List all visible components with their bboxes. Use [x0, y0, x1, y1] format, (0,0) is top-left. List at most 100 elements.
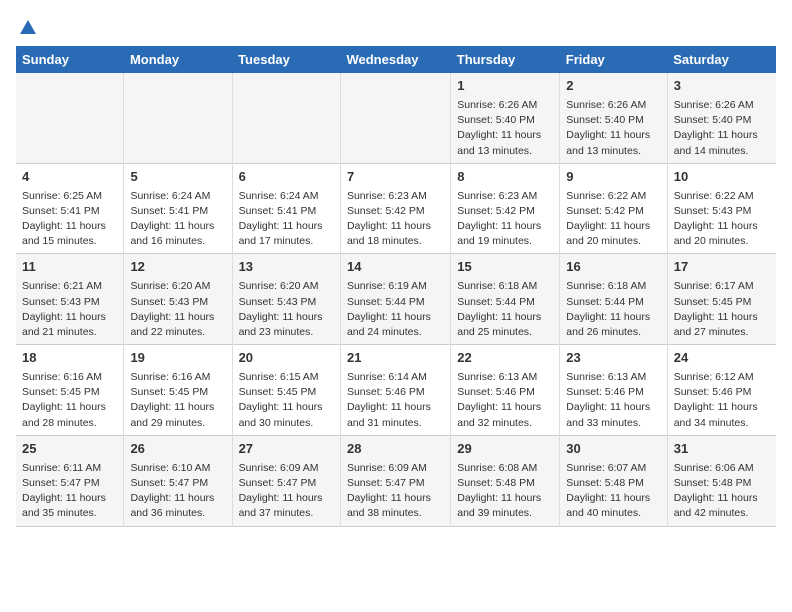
- col-header-thursday: Thursday: [451, 46, 560, 73]
- day-number: 10: [674, 168, 770, 187]
- day-cell: 27 Sunrise: 6:09 AM Sunset: 5:47 PM Dayli…: [232, 435, 340, 526]
- day-info: Sunrise: 6:22 AM Sunset: 5:42 PM Dayligh…: [566, 189, 660, 250]
- day-cell: 15Sunrise: 6:18 AM Sunset: 5:44 PM Dayli…: [451, 254, 560, 345]
- day-info: Sunrise: 6:23 AM Sunset: 5:42 PM Dayligh…: [347, 189, 444, 250]
- day-info: Sunrise: 6:23 AM Sunset: 5:42 PM Dayligh…: [457, 189, 553, 250]
- day-info: Sunrise: 6:13 AM Sunset: 5:46 PM Dayligh…: [457, 370, 553, 431]
- day-info: Sunrise: 6:24 AM Sunset: 5:41 PM Dayligh…: [239, 189, 334, 250]
- day-info: Sunrise: 6:26 AM Sunset: 5:40 PM Dayligh…: [674, 98, 770, 159]
- day-number: 31: [674, 440, 770, 459]
- day-number: 25: [22, 440, 117, 459]
- day-cell: 17Sunrise: 6:17 AM Sunset: 5:45 PM Dayli…: [667, 254, 776, 345]
- day-cell: 31 Sunrise: 6:06 AM Sunset: 5:48 PM Dayli…: [667, 435, 776, 526]
- day-info: Sunrise: 6:18 AM Sunset: 5:44 PM Dayligh…: [566, 279, 660, 340]
- day-number: 5: [130, 168, 225, 187]
- day-number: 30: [566, 440, 660, 459]
- day-number: 18: [22, 349, 117, 368]
- day-info: Sunrise: 6:20 AM Sunset: 5:43 PM Dayligh…: [130, 279, 225, 340]
- col-header-monday: Monday: [124, 46, 232, 73]
- day-info: Sunrise: 6:10 AM Sunset: 5:47 PM Dayligh…: [130, 461, 225, 522]
- page-header: [16, 16, 776, 36]
- day-info: Sunrise: 6:16 AM Sunset: 5:45 PM Dayligh…: [130, 370, 225, 431]
- logo: [16, 16, 38, 36]
- col-header-saturday: Saturday: [667, 46, 776, 73]
- day-cell: 30 Sunrise: 6:07 AM Sunset: 5:48 PM Dayli…: [560, 435, 667, 526]
- day-number: 19: [130, 349, 225, 368]
- week-row-4: 18 Sunrise: 6:16 AM Sunset: 5:45 PM Dayli…: [16, 345, 776, 436]
- day-cell: 14 Sunrise: 6:19 AM Sunset: 5:44 PM Dayli…: [340, 254, 450, 345]
- day-info: Sunrise: 6:07 AM Sunset: 5:48 PM Dayligh…: [566, 461, 660, 522]
- col-header-tuesday: Tuesday: [232, 46, 340, 73]
- day-number: 11: [22, 258, 117, 277]
- day-cell: 25 Sunrise: 6:11 AM Sunset: 5:47 PM Dayli…: [16, 435, 124, 526]
- col-header-wednesday: Wednesday: [340, 46, 450, 73]
- day-info: Sunrise: 6:09 AM Sunset: 5:47 PM Dayligh…: [239, 461, 334, 522]
- week-row-5: 25 Sunrise: 6:11 AM Sunset: 5:47 PM Dayli…: [16, 435, 776, 526]
- day-info: Sunrise: 6:19 AM Sunset: 5:44 PM Dayligh…: [347, 279, 444, 340]
- week-row-3: 11 Sunrise: 6:21 AM Sunset: 5:43 PM Dayli…: [16, 254, 776, 345]
- header-row: SundayMondayTuesdayWednesdayThursdayFrid…: [16, 46, 776, 73]
- day-number: 22: [457, 349, 553, 368]
- day-cell: 11 Sunrise: 6:21 AM Sunset: 5:43 PM Dayli…: [16, 254, 124, 345]
- day-number: 27: [239, 440, 334, 459]
- day-info: Sunrise: 6:17 AM Sunset: 5:45 PM Dayligh…: [674, 279, 770, 340]
- day-info: Sunrise: 6:08 AM Sunset: 5:48 PM Dayligh…: [457, 461, 553, 522]
- day-cell: 2 Sunrise: 6:26 AM Sunset: 5:40 PM Daylig…: [560, 73, 667, 163]
- logo-icon: [18, 16, 38, 36]
- week-row-1: 1Sunrise: 6:26 AM Sunset: 5:40 PM Daylig…: [16, 73, 776, 163]
- day-cell: 29 Sunrise: 6:08 AM Sunset: 5:48 PM Dayli…: [451, 435, 560, 526]
- day-cell: 16Sunrise: 6:18 AM Sunset: 5:44 PM Dayli…: [560, 254, 667, 345]
- day-info: Sunrise: 6:26 AM Sunset: 5:40 PM Dayligh…: [566, 98, 660, 159]
- day-number: 4: [22, 168, 117, 187]
- day-cell: 9 Sunrise: 6:22 AM Sunset: 5:42 PM Daylig…: [560, 163, 667, 254]
- day-cell: 19 Sunrise: 6:16 AM Sunset: 5:45 PM Dayli…: [124, 345, 232, 436]
- day-info: Sunrise: 6:06 AM Sunset: 5:48 PM Dayligh…: [674, 461, 770, 522]
- day-cell: 26 Sunrise: 6:10 AM Sunset: 5:47 PM Dayli…: [124, 435, 232, 526]
- day-number: 8: [457, 168, 553, 187]
- day-cell: 28Sunrise: 6:09 AM Sunset: 5:47 PM Dayli…: [340, 435, 450, 526]
- day-number: 26: [130, 440, 225, 459]
- day-cell: 18 Sunrise: 6:16 AM Sunset: 5:45 PM Dayli…: [16, 345, 124, 436]
- day-cell: 23Sunrise: 6:13 AM Sunset: 5:46 PM Dayli…: [560, 345, 667, 436]
- col-header-friday: Friday: [560, 46, 667, 73]
- day-cell: [340, 73, 450, 163]
- day-info: Sunrise: 6:25 AM Sunset: 5:41 PM Dayligh…: [22, 189, 117, 250]
- day-cell: 7Sunrise: 6:23 AM Sunset: 5:42 PM Daylig…: [340, 163, 450, 254]
- day-cell: [124, 73, 232, 163]
- day-cell: 3Sunrise: 6:26 AM Sunset: 5:40 PM Daylig…: [667, 73, 776, 163]
- day-info: Sunrise: 6:12 AM Sunset: 5:46 PM Dayligh…: [674, 370, 770, 431]
- day-cell: 12 Sunrise: 6:20 AM Sunset: 5:43 PM Dayli…: [124, 254, 232, 345]
- day-number: 15: [457, 258, 553, 277]
- day-info: Sunrise: 6:16 AM Sunset: 5:45 PM Dayligh…: [22, 370, 117, 431]
- day-info: Sunrise: 6:11 AM Sunset: 5:47 PM Dayligh…: [22, 461, 117, 522]
- week-row-2: 4 Sunrise: 6:25 AM Sunset: 5:41 PM Daylig…: [16, 163, 776, 254]
- day-info: Sunrise: 6:15 AM Sunset: 5:45 PM Dayligh…: [239, 370, 334, 431]
- day-number: 21: [347, 349, 444, 368]
- day-number: 9: [566, 168, 660, 187]
- day-number: 29: [457, 440, 553, 459]
- day-cell: 6 Sunrise: 6:24 AM Sunset: 5:41 PM Daylig…: [232, 163, 340, 254]
- day-number: 12: [130, 258, 225, 277]
- col-header-sunday: Sunday: [16, 46, 124, 73]
- day-info: Sunrise: 6:24 AM Sunset: 5:41 PM Dayligh…: [130, 189, 225, 250]
- day-number: 13: [239, 258, 334, 277]
- day-number: 14: [347, 258, 444, 277]
- day-number: 2: [566, 77, 660, 96]
- day-number: 6: [239, 168, 334, 187]
- day-cell: 13Sunrise: 6:20 AM Sunset: 5:43 PM Dayli…: [232, 254, 340, 345]
- day-cell: 24 Sunrise: 6:12 AM Sunset: 5:46 PM Dayli…: [667, 345, 776, 436]
- day-info: Sunrise: 6:14 AM Sunset: 5:46 PM Dayligh…: [347, 370, 444, 431]
- day-number: 28: [347, 440, 444, 459]
- day-number: 20: [239, 349, 334, 368]
- day-info: Sunrise: 6:26 AM Sunset: 5:40 PM Dayligh…: [457, 98, 553, 159]
- day-cell: 8 Sunrise: 6:23 AM Sunset: 5:42 PM Daylig…: [451, 163, 560, 254]
- day-number: 23: [566, 349, 660, 368]
- day-number: 24: [674, 349, 770, 368]
- day-cell: 20 Sunrise: 6:15 AM Sunset: 5:45 PM Dayli…: [232, 345, 340, 436]
- day-cell: 5 Sunrise: 6:24 AM Sunset: 5:41 PM Daylig…: [124, 163, 232, 254]
- day-cell: 22 Sunrise: 6:13 AM Sunset: 5:46 PM Dayli…: [451, 345, 560, 436]
- day-cell: 21 Sunrise: 6:14 AM Sunset: 5:46 PM Dayli…: [340, 345, 450, 436]
- day-info: Sunrise: 6:21 AM Sunset: 5:43 PM Dayligh…: [22, 279, 117, 340]
- day-cell: 10Sunrise: 6:22 AM Sunset: 5:43 PM Dayli…: [667, 163, 776, 254]
- day-cell: [16, 73, 124, 163]
